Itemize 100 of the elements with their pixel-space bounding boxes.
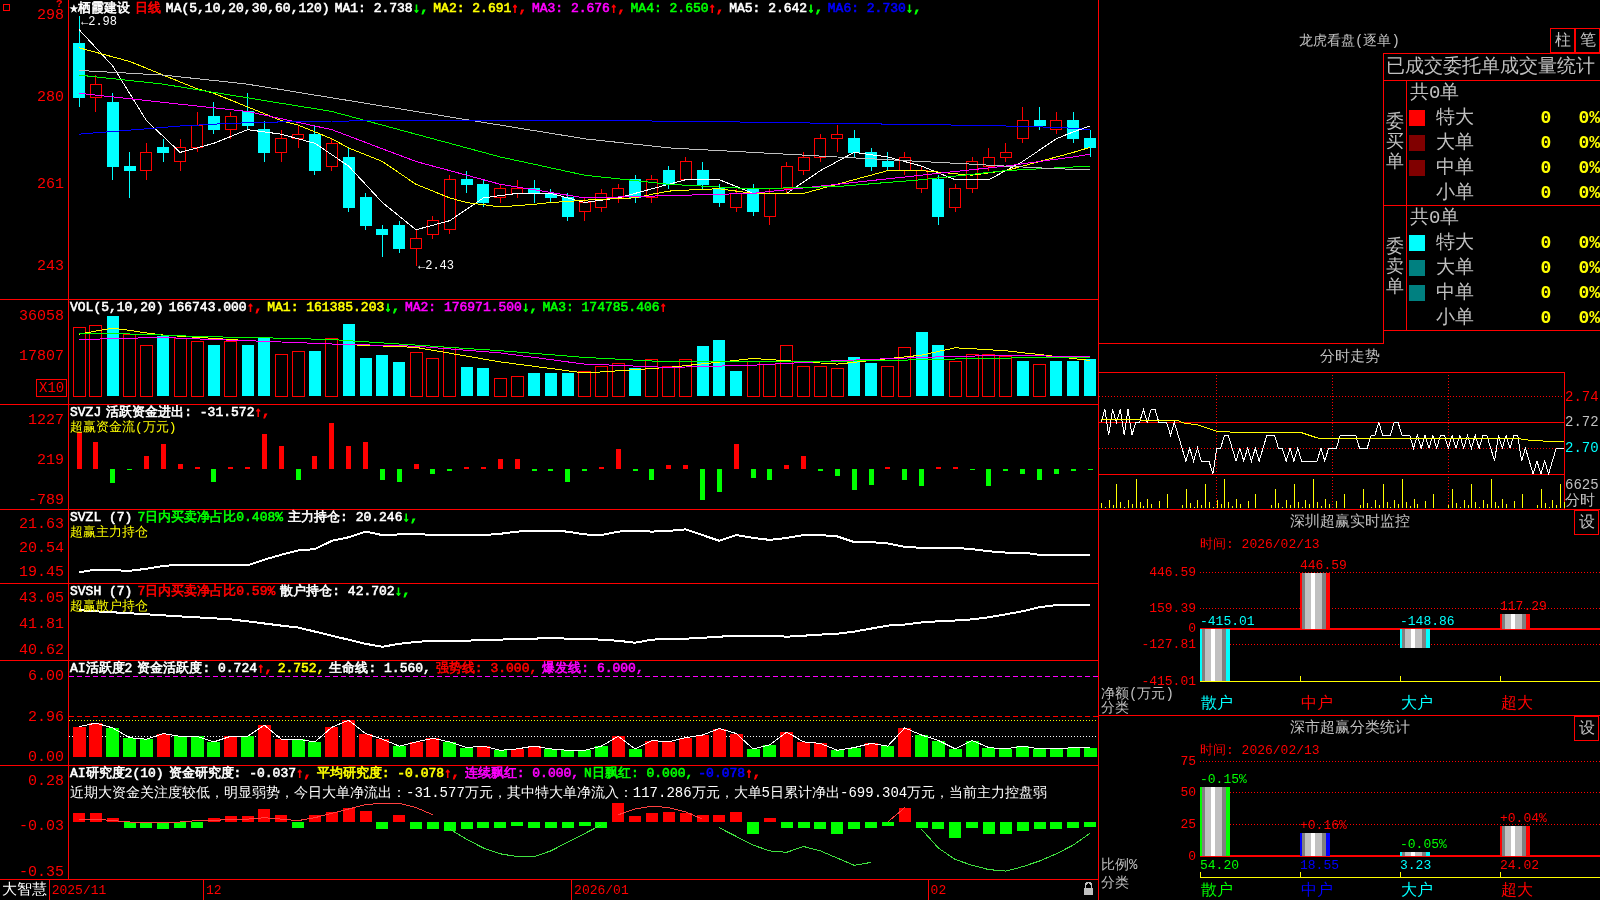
axis-title: 分类	[1101, 875, 1129, 891]
volume-bar	[948, 360, 962, 397]
fund-flow-bar	[160, 444, 166, 469]
fund-flow-bar	[194, 466, 200, 469]
change-label: +0.04%	[1500, 810, 1547, 826]
volume-bar	[813, 366, 827, 397]
trend-arrow: ↓,	[521, 300, 538, 315]
research-bar	[460, 822, 473, 830]
time-label: 时间: 2026/02/13	[1200, 742, 1320, 758]
trend-arrow: ↓,	[412, 1, 429, 16]
volume-bar	[308, 351, 321, 397]
fund-flow-bar	[683, 465, 689, 469]
axis-label: 2.70	[1565, 440, 1599, 457]
mode-button[interactable]: 柱	[1550, 28, 1575, 53]
research-bar	[696, 814, 709, 822]
axis-label: 0	[1188, 848, 1196, 864]
chart-bar	[1200, 787, 1230, 856]
activity-bar	[207, 741, 221, 758]
fund-flow-bar	[868, 468, 874, 485]
section-label: 委买单	[1386, 113, 1404, 173]
order-percent: 0%	[1577, 281, 1600, 304]
row-label: 大单	[1436, 256, 1475, 279]
square-icon[interactable]	[3, 4, 10, 11]
activity-bar	[982, 747, 996, 758]
category-label: 大户	[1401, 695, 1433, 713]
activity-bar	[628, 748, 642, 758]
chart-bar	[1400, 851, 1430, 856]
activity-bar	[409, 741, 423, 758]
volume-bar	[679, 358, 693, 397]
fund-flow-bar	[430, 468, 436, 474]
research-bar	[645, 813, 658, 822]
volume-bar	[662, 366, 676, 397]
volume-bar	[325, 338, 339, 397]
volume-bar	[594, 365, 608, 397]
research-bar	[679, 813, 692, 822]
trend-arrow: ↑,	[296, 766, 312, 781]
candle	[696, 161, 709, 190]
activity-bar	[797, 741, 811, 758]
change-label: -0.05%	[1400, 836, 1447, 852]
mode-button[interactable]: 笔	[1575, 28, 1600, 53]
fund-flow-bar	[969, 468, 975, 471]
order-count: 0	[1539, 106, 1553, 129]
activity-bar	[780, 732, 794, 758]
chart-bar	[1300, 832, 1330, 856]
fund-flow-bar	[834, 468, 840, 476]
candle	[1067, 111, 1080, 144]
trend-arrow: ↑,	[708, 1, 725, 16]
research-bar	[730, 811, 743, 822]
volume-bar	[1067, 361, 1080, 397]
settings-button[interactable]: 设	[1574, 716, 1599, 741]
candle	[1016, 106, 1029, 144]
fund-flow-bar	[582, 468, 587, 472]
axis-label: 0.00	[28, 748, 64, 765]
category-label: 散户	[1201, 695, 1233, 713]
candle	[999, 142, 1012, 162]
axis-label: 0	[1188, 621, 1196, 637]
order-percent: 0%	[1577, 181, 1600, 204]
activity-bar	[527, 746, 541, 758]
activity-bar	[1033, 748, 1046, 758]
help-button[interactable]: ?	[56, 0, 63, 9]
axis-label: 1227	[28, 411, 64, 429]
trend-arrow: ↓,	[905, 1, 922, 16]
research-bar	[747, 822, 759, 834]
activity-bar	[931, 740, 945, 758]
fund-flow-bar	[750, 468, 756, 478]
settings-button[interactable]: 设	[1574, 510, 1599, 535]
axis-label: 2.74	[1565, 388, 1599, 405]
axis-label: 17807	[19, 348, 64, 366]
category-label: 散户	[1201, 882, 1233, 900]
app-name: 大智慧	[2, 881, 47, 899]
fund-flow-bar	[76, 431, 82, 469]
volume-caption: 分时	[1565, 492, 1595, 509]
legend-item: MA5: 2.642	[729, 1, 808, 16]
axis-label: 2.72	[1565, 414, 1599, 431]
legend-item: MA(5,10,20,30,60,120)	[165, 1, 330, 16]
axis-label: 41.81	[19, 616, 64, 633]
value-label: 54.20	[1200, 857, 1239, 873]
research-bar	[511, 822, 524, 827]
row-label: 大单	[1436, 131, 1475, 154]
fund-flow-bar	[447, 468, 453, 472]
volume-bar	[157, 335, 170, 397]
candle	[443, 174, 456, 235]
row-label: 小单	[1436, 181, 1475, 204]
research-bar	[763, 817, 776, 822]
time-label: 时间: 2026/02/13	[1200, 536, 1320, 552]
volume-bar	[359, 358, 372, 397]
category-label: 中户	[1301, 882, 1333, 900]
axis-label: 19.45	[19, 563, 64, 581]
axis-label: 75	[1180, 753, 1196, 769]
fund-flow-bar	[632, 468, 638, 472]
volume-bar	[763, 364, 777, 397]
volume-bar	[224, 340, 238, 397]
research-bar	[814, 822, 827, 830]
trend-arrow: ↓,	[394, 584, 411, 599]
section-label: 委卖单	[1386, 238, 1404, 298]
volume-bar	[848, 356, 861, 397]
value-label: 24.02	[1500, 857, 1539, 873]
candle	[123, 151, 136, 199]
candle	[848, 129, 861, 158]
order-total: 共0单	[1409, 81, 1461, 105]
